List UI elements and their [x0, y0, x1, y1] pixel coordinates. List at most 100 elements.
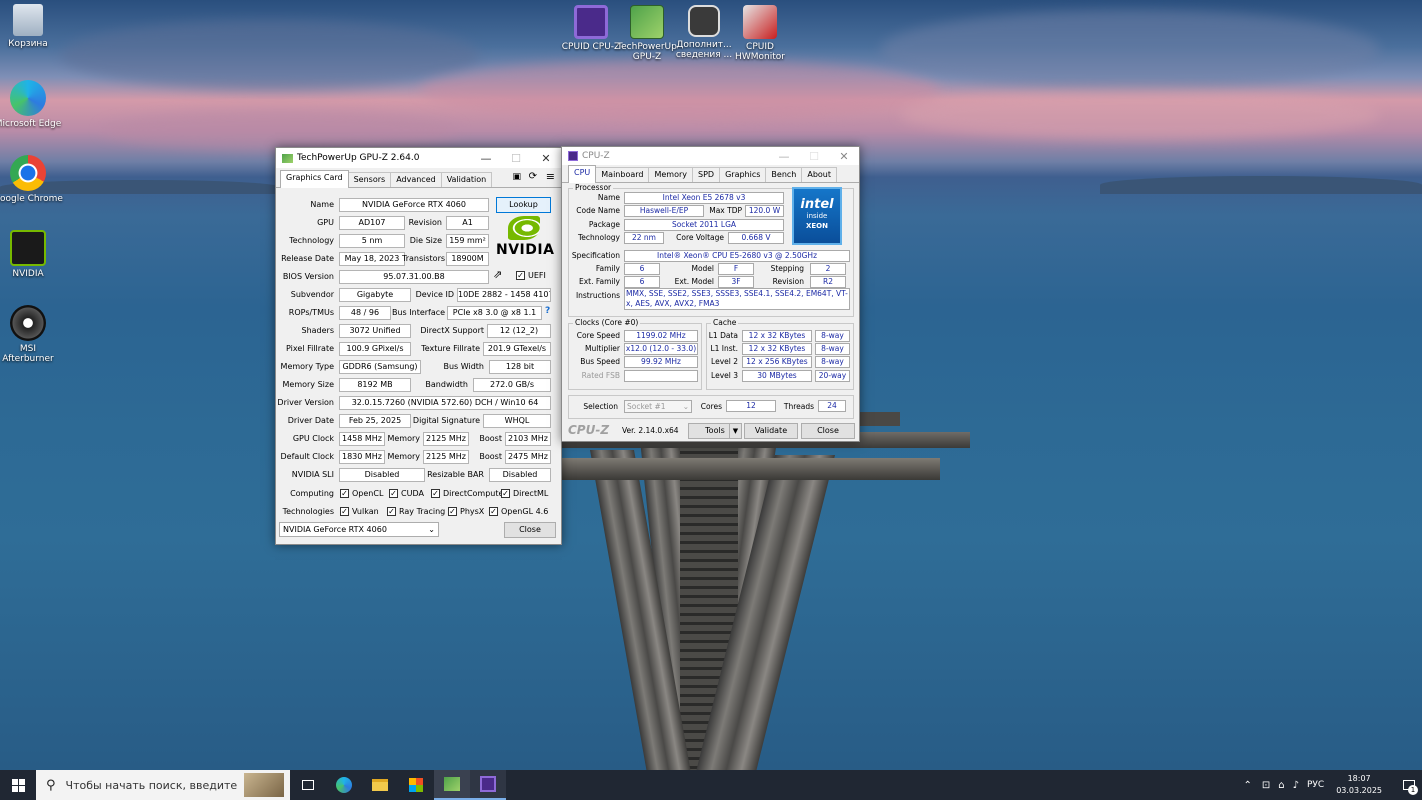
maxtdp-field: 120.0 W: [745, 205, 784, 217]
cpuz-close-button[interactable]: Close: [801, 423, 855, 439]
opencl-checkbox[interactable]: ✓ OpenCL: [340, 489, 383, 498]
start-button[interactable]: [0, 770, 36, 800]
buswidth-field: 128 bit: [489, 360, 551, 374]
gpuz-icon: [444, 777, 460, 791]
taskbar-gpuz[interactable]: [434, 770, 470, 800]
volume-icon[interactable]: ♪: [1293, 780, 1299, 791]
subvendor-label: Subvendor: [290, 290, 334, 299]
busif-field: PCIe x8 3.0 @ x8 1.1: [447, 306, 542, 320]
busspeed-label: Bus Speed: [580, 357, 620, 366]
desktop-icon-recycle-bin[interactable]: Корзина: [0, 4, 63, 49]
directcompute-checkbox[interactable]: ✓ DirectCompute: [431, 489, 503, 498]
tab-sensors[interactable]: Sensors: [347, 172, 392, 187]
cpu-name-field: Intel Xeon E5 2678 v3: [624, 192, 784, 204]
tab-mainboard[interactable]: Mainboard: [595, 167, 650, 182]
maxtdp-label: Max TDP: [709, 206, 742, 215]
validate-button[interactable]: Validate: [744, 423, 798, 439]
cpuz-window: CPU-Z — ☐ ✕ CPU Mainboard Memory SPD Gra…: [561, 146, 860, 442]
socket-select[interactable]: Socket #1 ⌄: [624, 400, 692, 413]
tab-graphics[interactable]: Graphics: [719, 167, 767, 182]
maximize-button[interactable]: ☐: [799, 147, 829, 165]
tab-validation[interactable]: Validation: [440, 172, 493, 187]
maximize-button[interactable]: ☐: [501, 148, 531, 168]
taskbar-explorer[interactable]: [362, 770, 398, 800]
release-label: Release Date: [281, 254, 334, 263]
corespeed-field: 1199.02 MHz: [624, 330, 698, 342]
tab-cpu[interactable]: CPU: [568, 165, 597, 183]
l1i-label: L1 Inst.: [710, 344, 738, 353]
nvidia-eye-icon: [508, 216, 540, 240]
defmem-field: 2125 MHz: [423, 450, 469, 464]
physx-checkbox[interactable]: ✓ PhysX: [448, 507, 484, 516]
taskbar-edge[interactable]: [326, 770, 362, 800]
tab-spd[interactable]: SPD: [692, 167, 721, 182]
taskbar-store[interactable]: [398, 770, 434, 800]
menu-icon[interactable]: ≡: [546, 170, 555, 183]
busspeed-field: 99.92 MHz: [624, 356, 698, 368]
cpu-name-label: Name: [597, 193, 620, 202]
gpuz-body: Name NVIDIA GeForce RTX 4060 Lookup GPU …: [276, 188, 561, 536]
clock-date: 03.03.2025: [1336, 786, 1382, 795]
device-icon[interactable]: ⊡: [1262, 780, 1270, 791]
tab-about[interactable]: About: [801, 167, 838, 182]
clock[interactable]: 18:07 03.03.2025: [1336, 773, 1382, 797]
tab-graphics-card[interactable]: Graphics Card: [280, 170, 349, 188]
cpu-technology-field: 22 nm: [624, 232, 664, 244]
multiplier-label: Multiplier: [585, 344, 620, 353]
uefi-checkbox[interactable]: ✓ UEFI: [516, 271, 546, 280]
desktop-icon-msi-afterburner[interactable]: MSI Afterburner: [0, 305, 63, 364]
subvendor-field: Gigabyte: [339, 288, 411, 302]
corevolt-field: 0.668 V: [728, 232, 784, 244]
search-icon: ⚲: [46, 777, 56, 793]
chevron-down-icon: ⌄: [682, 402, 689, 411]
task-view-button[interactable]: [290, 770, 326, 800]
vulkan-checkbox[interactable]: ✓ Vulkan: [340, 507, 379, 516]
technologies-label: Technologies: [282, 507, 334, 516]
refresh-icon[interactable]: ⟳: [529, 171, 537, 182]
cpuz-titlebar[interactable]: CPU-Z — ☐ ✕: [562, 147, 859, 165]
help-icon[interactable]: ?: [545, 306, 550, 316]
intel-xeon-logo: intel inside XEON: [792, 187, 842, 245]
search-box[interactable]: ⚲ Чтобы начать поиск, введите: [36, 770, 290, 800]
chevron-up-icon[interactable]: ⌃: [1243, 780, 1251, 791]
gpuz-close-button[interactable]: Close: [504, 522, 556, 538]
tools-button[interactable]: Tools ▼: [688, 423, 742, 439]
gpu-select[interactable]: NVIDIA GeForce RTX 4060 ⌄: [279, 522, 439, 537]
desktop-icon-edge[interactable]: Microsoft Edge: [0, 80, 63, 129]
corespeed-label: Core Speed: [576, 331, 620, 340]
memclock-field: 2125 MHz: [423, 432, 469, 446]
gpuz-icon: [630, 5, 664, 39]
l2-label: Level 2: [711, 357, 738, 366]
deviceid-field: 10DE 2882 - 1458 4107: [457, 288, 551, 302]
driverdate-label: Driver Date: [287, 416, 334, 425]
close-window-button[interactable]: ✕: [531, 148, 561, 168]
desktop-icon-hwmonitor[interactable]: CPUID HWMonitor: [725, 5, 795, 62]
store-icon: [409, 778, 423, 792]
desktop-icon-chrome[interactable]: Google Chrome: [0, 155, 63, 204]
model-field: F: [718, 263, 754, 275]
desktop-icon-nvidia[interactable]: NVIDIA: [0, 230, 63, 279]
network-icon[interactable]: ⌂: [1278, 780, 1284, 791]
gpuclock-label: GPU Clock: [292, 434, 334, 443]
revision-field: A1: [446, 216, 489, 230]
camera-icon[interactable]: ▣: [512, 172, 521, 182]
tab-bench[interactable]: Bench: [765, 167, 803, 182]
notification-button[interactable]: 1: [1396, 770, 1422, 800]
tab-advanced[interactable]: Advanced: [390, 172, 442, 187]
tab-memory[interactable]: Memory: [648, 167, 694, 182]
share-icon[interactable]: ⇗: [493, 268, 502, 281]
taskbar-cpuz[interactable]: [470, 770, 506, 800]
minimize-button[interactable]: —: [769, 147, 799, 165]
raytracing-checkbox[interactable]: ✓ Ray Tracing: [387, 507, 445, 516]
opengl-checkbox[interactable]: ✓ OpenGL 4.6: [489, 507, 548, 516]
directml-checkbox[interactable]: ✓ DirectML: [501, 489, 548, 498]
driverver-field: 32.0.15.7260 (NVIDIA 572.60) DCH / Win10…: [339, 396, 551, 410]
cuda-checkbox[interactable]: ✓ CUDA: [389, 489, 424, 498]
close-window-button[interactable]: ✕: [829, 147, 859, 165]
chrome-icon: [10, 155, 46, 191]
gpuz-titlebar[interactable]: TechPowerUp GPU-Z 2.64.0 — ☐ ✕: [276, 148, 561, 168]
minimize-button[interactable]: —: [471, 148, 501, 168]
language-indicator[interactable]: РУС: [1307, 780, 1324, 790]
instructions-label: Instructions: [575, 291, 620, 300]
lookup-button[interactable]: Lookup: [496, 197, 551, 213]
